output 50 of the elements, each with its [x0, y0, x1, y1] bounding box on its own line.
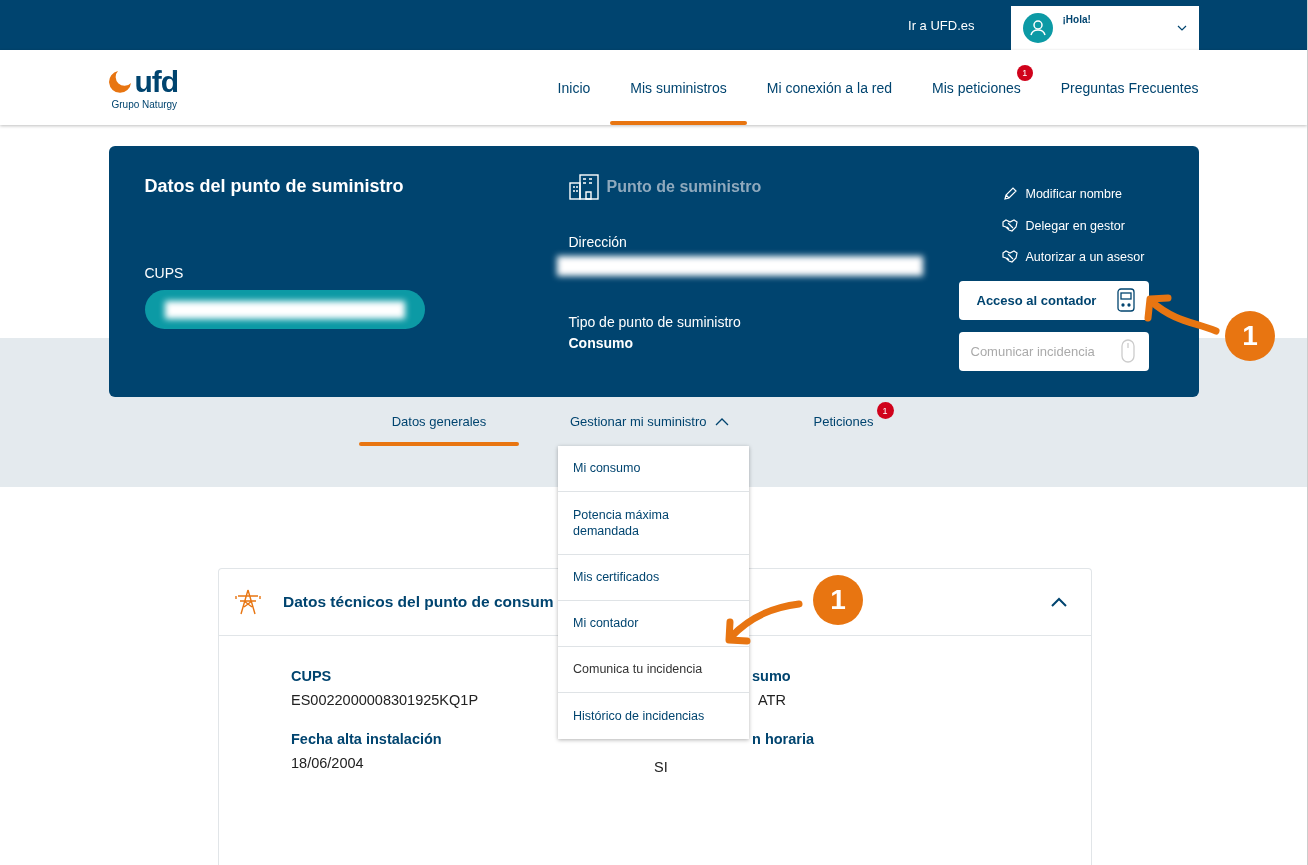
- menu-item[interactable]: Mi contador: [558, 601, 749, 647]
- nav-link[interactable]: Inicio: [537, 50, 611, 125]
- chevron-up-icon[interactable]: [1051, 597, 1067, 607]
- handshake-icon: [1001, 250, 1018, 264]
- site-link[interactable]: Ir a UFD.es: [908, 17, 975, 33]
- logo-icon: [108, 69, 133, 95]
- tab[interactable]: Datos generales: [359, 397, 519, 446]
- menu-item[interactable]: Histórico de incidencias: [558, 693, 749, 739]
- user-menu[interactable]: ¡Hola!: [1010, 6, 1199, 50]
- handshake-icon: [1001, 218, 1018, 233]
- field-value: ES0022000008301925KQ1P: [291, 692, 479, 708]
- field-label: n horaria: [752, 731, 815, 747]
- building-icon: [568, 174, 599, 200]
- field-value: ATR: [758, 692, 786, 708]
- nav-link[interactable]: Mis suministros: [610, 50, 747, 125]
- nav-link[interactable]: Mis peticiones 1: [912, 50, 1041, 125]
- action-link[interactable]: Autorizar a un asesor: [1001, 249, 1149, 265]
- step-number: 1: [813, 575, 863, 625]
- section-title: Datos técnicos del punto de consum: [283, 593, 554, 611]
- action-link[interactable]: Delegar en gestor: [1001, 217, 1149, 234]
- field-label: CUPS: [291, 668, 332, 684]
- menu-item[interactable]: Mi consumo: [558, 446, 749, 492]
- pencil-icon: [1001, 186, 1018, 202]
- field-label: Fecha alta instalación: [291, 731, 442, 747]
- card-title: Datos del punto de suministro: [144, 176, 405, 197]
- count-badge: 1: [876, 402, 894, 419]
- action-link[interactable]: Modificar nombre: [1001, 186, 1149, 202]
- tab[interactable]: Gestionar mi suministro: [570, 397, 729, 446]
- field-value: Consumo: [568, 335, 634, 351]
- mouse-icon: [1120, 339, 1135, 363]
- logo-wordmark: ufd: [134, 67, 179, 97]
- greeting: ¡Hola!: [1062, 14, 1092, 25]
- power-tower-icon: [235, 589, 261, 615]
- section-heading: Punto de suministro: [606, 178, 762, 196]
- meter-icon: [1116, 288, 1135, 312]
- menu-item[interactable]: Potencia máxima demandada: [558, 492, 749, 555]
- field-label: Tipo de punto de suministro: [568, 314, 742, 330]
- chevron-down-icon: [1176, 25, 1187, 31]
- menu-item[interactable]: Mis certificados: [558, 555, 749, 601]
- field-label: CUPS: [144, 265, 185, 281]
- field-label: sumo: [752, 668, 791, 684]
- action-button[interactable]: Acceso al contador: [958, 280, 1149, 320]
- field-value: 18/06/2004: [291, 755, 364, 771]
- field-value: SI: [654, 759, 668, 775]
- field-label: Dirección: [568, 234, 628, 250]
- user-avatar-icon: [1022, 13, 1053, 43]
- nav-link[interactable]: Mi conexión a la red: [746, 50, 913, 125]
- count-badge: 1: [1016, 65, 1033, 81]
- nav-link[interactable]: Preguntas Frecuentes: [1040, 50, 1199, 125]
- logo-subtitle: Grupo Naturgy: [111, 99, 179, 110]
